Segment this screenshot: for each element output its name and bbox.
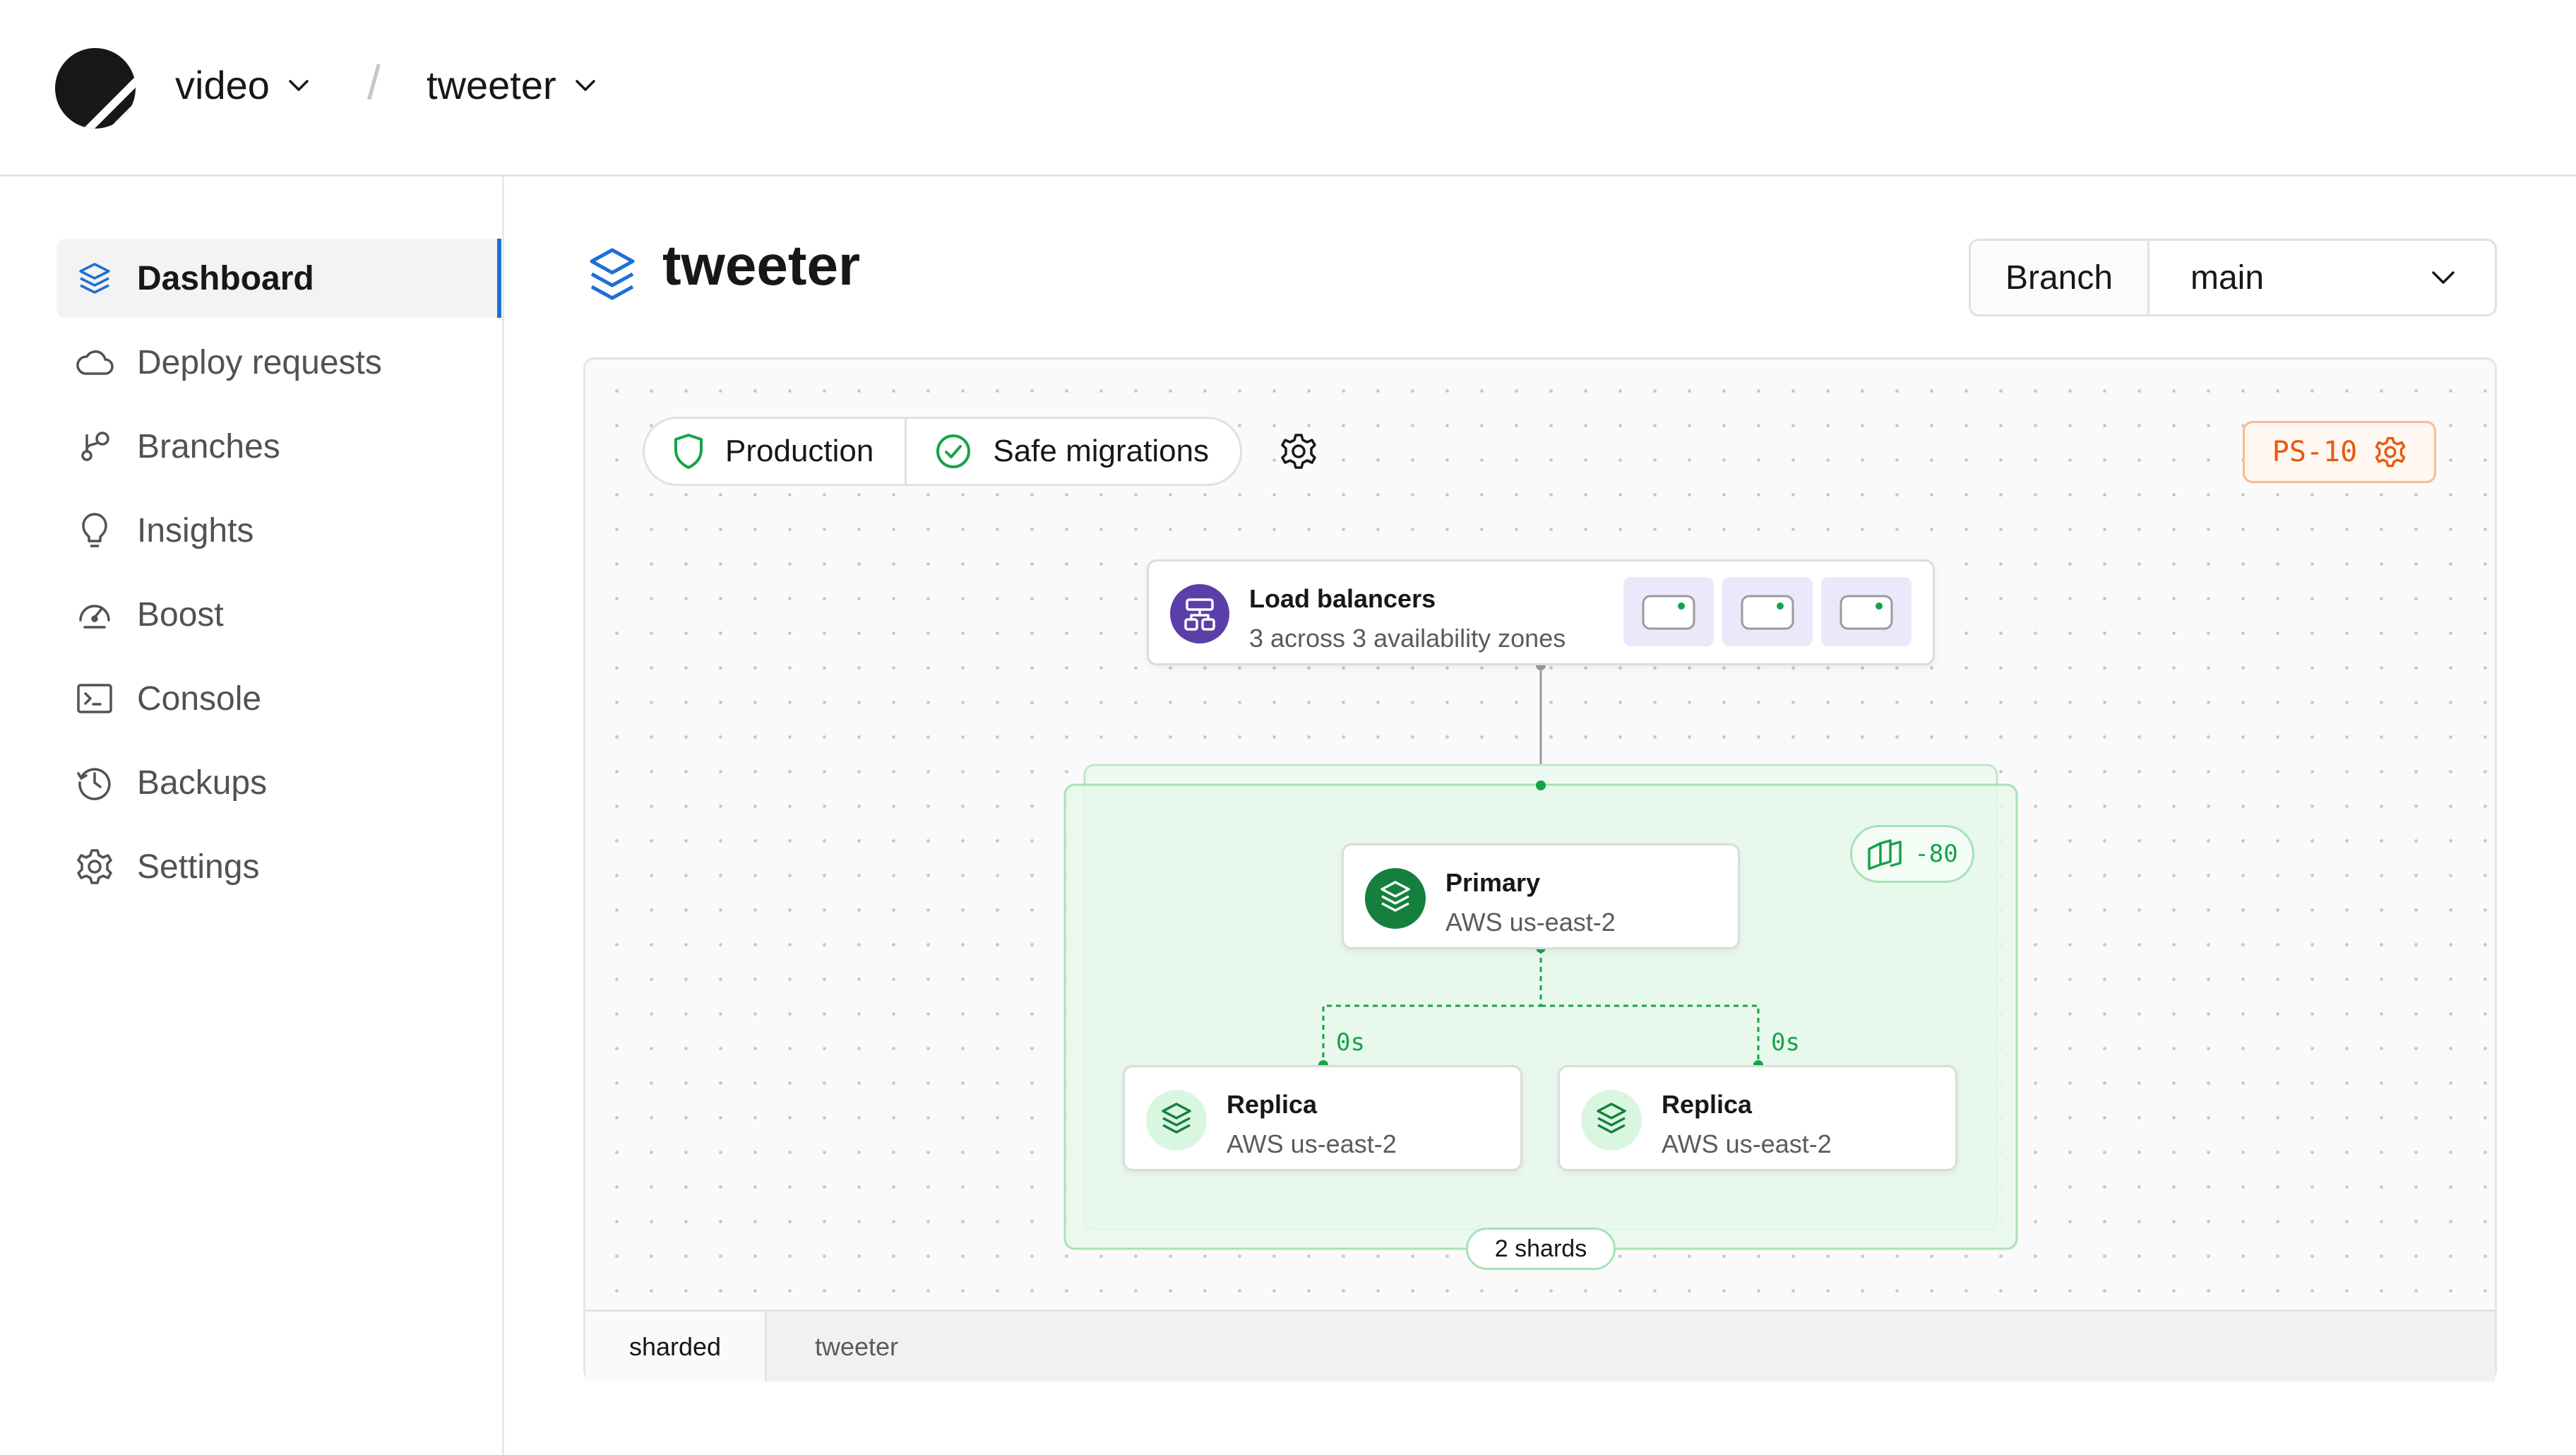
tab-tweeter[interactable]: tweeter <box>767 1312 946 1382</box>
load-balancers-subtitle: 3 across 3 availability zones <box>1249 624 1566 653</box>
replica-node-card[interactable]: Replica AWS us-east-2 <box>1558 1065 1957 1171</box>
replica-database-icon <box>1146 1090 1207 1151</box>
gear-icon <box>2374 436 2407 468</box>
load-balancers-card[interactable]: Load balancers 3 across 3 availability z… <box>1147 559 1935 665</box>
branch-settings-gear-icon[interactable] <box>1280 432 1318 470</box>
keyspace-tabs: sharded tweeter <box>585 1310 2495 1382</box>
primary-database-icon <box>1365 868 1426 929</box>
load-balancer-icon <box>1170 584 1229 643</box>
cluster-size-badge[interactable]: PS-10 <box>2243 421 2436 483</box>
replica-title: Replica <box>1227 1090 1318 1119</box>
replica-lag: 0s <box>1771 1028 1800 1057</box>
branch-badges: Production Safe migrations <box>643 417 1243 486</box>
shard-range-badge[interactable]: -80 <box>1850 825 1974 883</box>
check-circle-icon <box>936 434 971 468</box>
shield-icon <box>674 434 703 469</box>
replica-region: AWS us-east-2 <box>1227 1129 1397 1158</box>
tab-sharded[interactable]: sharded <box>585 1312 767 1382</box>
replica-node-card[interactable]: Replica AWS us-east-2 <box>1123 1065 1522 1171</box>
shard-range-label: -80 <box>1914 840 1958 868</box>
primary-node-card[interactable]: Primary AWS us-east-2 <box>1342 843 1740 949</box>
production-badge[interactable]: Production <box>645 419 905 484</box>
replica-database-icon <box>1581 1090 1642 1151</box>
load-balancer-node[interactable] <box>1821 577 1912 646</box>
safe-migrations-badge[interactable]: Safe migrations <box>905 419 1240 484</box>
cluster-size-label: PS-10 <box>2272 436 2358 468</box>
load-balancer-node[interactable] <box>1623 577 1714 646</box>
load-balancer-node[interactable] <box>1722 577 1813 646</box>
shards-count-label: 2 shards <box>1494 1235 1587 1262</box>
replica-region: AWS us-east-2 <box>1662 1129 1832 1158</box>
production-label: Production <box>725 434 874 468</box>
safe-migrations-label: Safe migrations <box>993 434 1210 468</box>
primary-title: Primary <box>1445 868 1541 897</box>
shards-count-badge[interactable]: 2 shards <box>1466 1228 1616 1270</box>
topology-connectors <box>1063 660 2018 1250</box>
replica-lag: 0s <box>1336 1028 1365 1057</box>
load-balancers-title: Load balancers <box>1249 584 1436 613</box>
primary-region: AWS us-east-2 <box>1445 908 1616 937</box>
shards-icon <box>1866 838 1903 870</box>
replica-title: Replica <box>1662 1090 1753 1119</box>
